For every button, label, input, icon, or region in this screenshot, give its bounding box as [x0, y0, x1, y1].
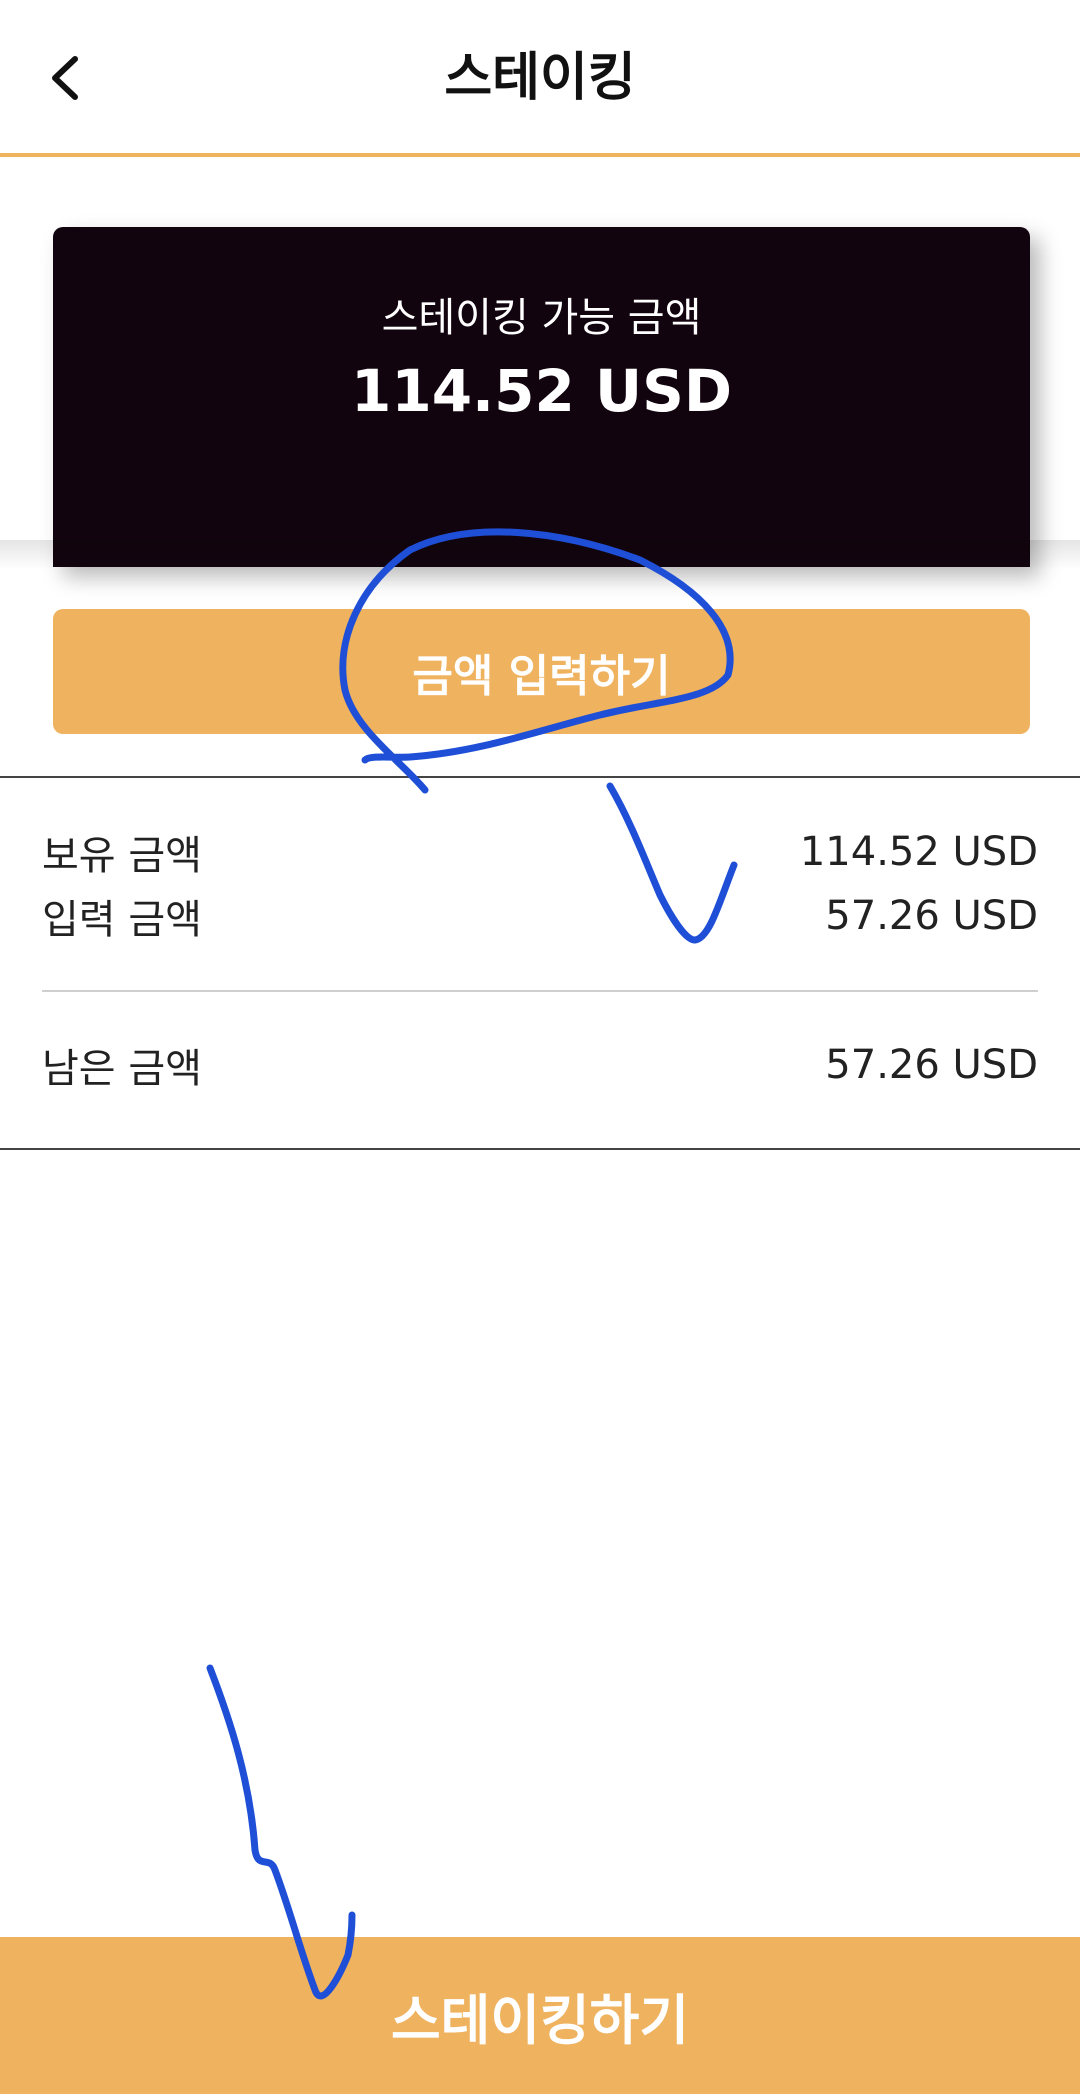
remaining-amount-label: 남은 금액 — [42, 1046, 202, 1092]
summary-top-divider — [0, 776, 1080, 778]
enter-amount-button[interactable]: 금액 입력하기 — [53, 609, 1030, 734]
page-title: 스테이킹 — [444, 48, 636, 108]
summary-bottom-divider — [0, 1148, 1080, 1150]
held-amount-value: 114.52 USD — [799, 829, 1038, 875]
stake-button[interactable]: 스테이킹하기 — [0, 1937, 1080, 2094]
balance-card: 스테이킹 가능 금액 114.52 USD — [53, 227, 1030, 567]
held-amount-row: 보유 금액 114.52 USD — [42, 822, 1038, 882]
held-amount-label: 보유 금액 — [42, 833, 202, 879]
remaining-amount-row: 남은 금액 57.26 USD — [42, 1035, 1038, 1095]
entered-amount-label: 입력 금액 — [42, 897, 202, 943]
remaining-amount-value: 57.26 USD — [825, 1042, 1038, 1088]
balance-section: 스테이킹 가능 금액 114.52 USD — [0, 161, 1080, 567]
summary-inner-divider — [42, 990, 1038, 992]
app-header: 스테이킹 — [0, 0, 1080, 157]
entered-amount-row: 입력 금액 57.26 USD — [42, 886, 1038, 946]
balance-value: 114.52 USD — [350, 357, 733, 425]
staking-screen: 스테이킹 스테이킹 가능 금액 114.52 USD 금액 입력하기 보유 금액… — [0, 0, 1080, 2094]
balance-label: 스테이킹 가능 금액 — [381, 295, 702, 341]
entered-amount-value: 57.26 USD — [825, 893, 1038, 939]
